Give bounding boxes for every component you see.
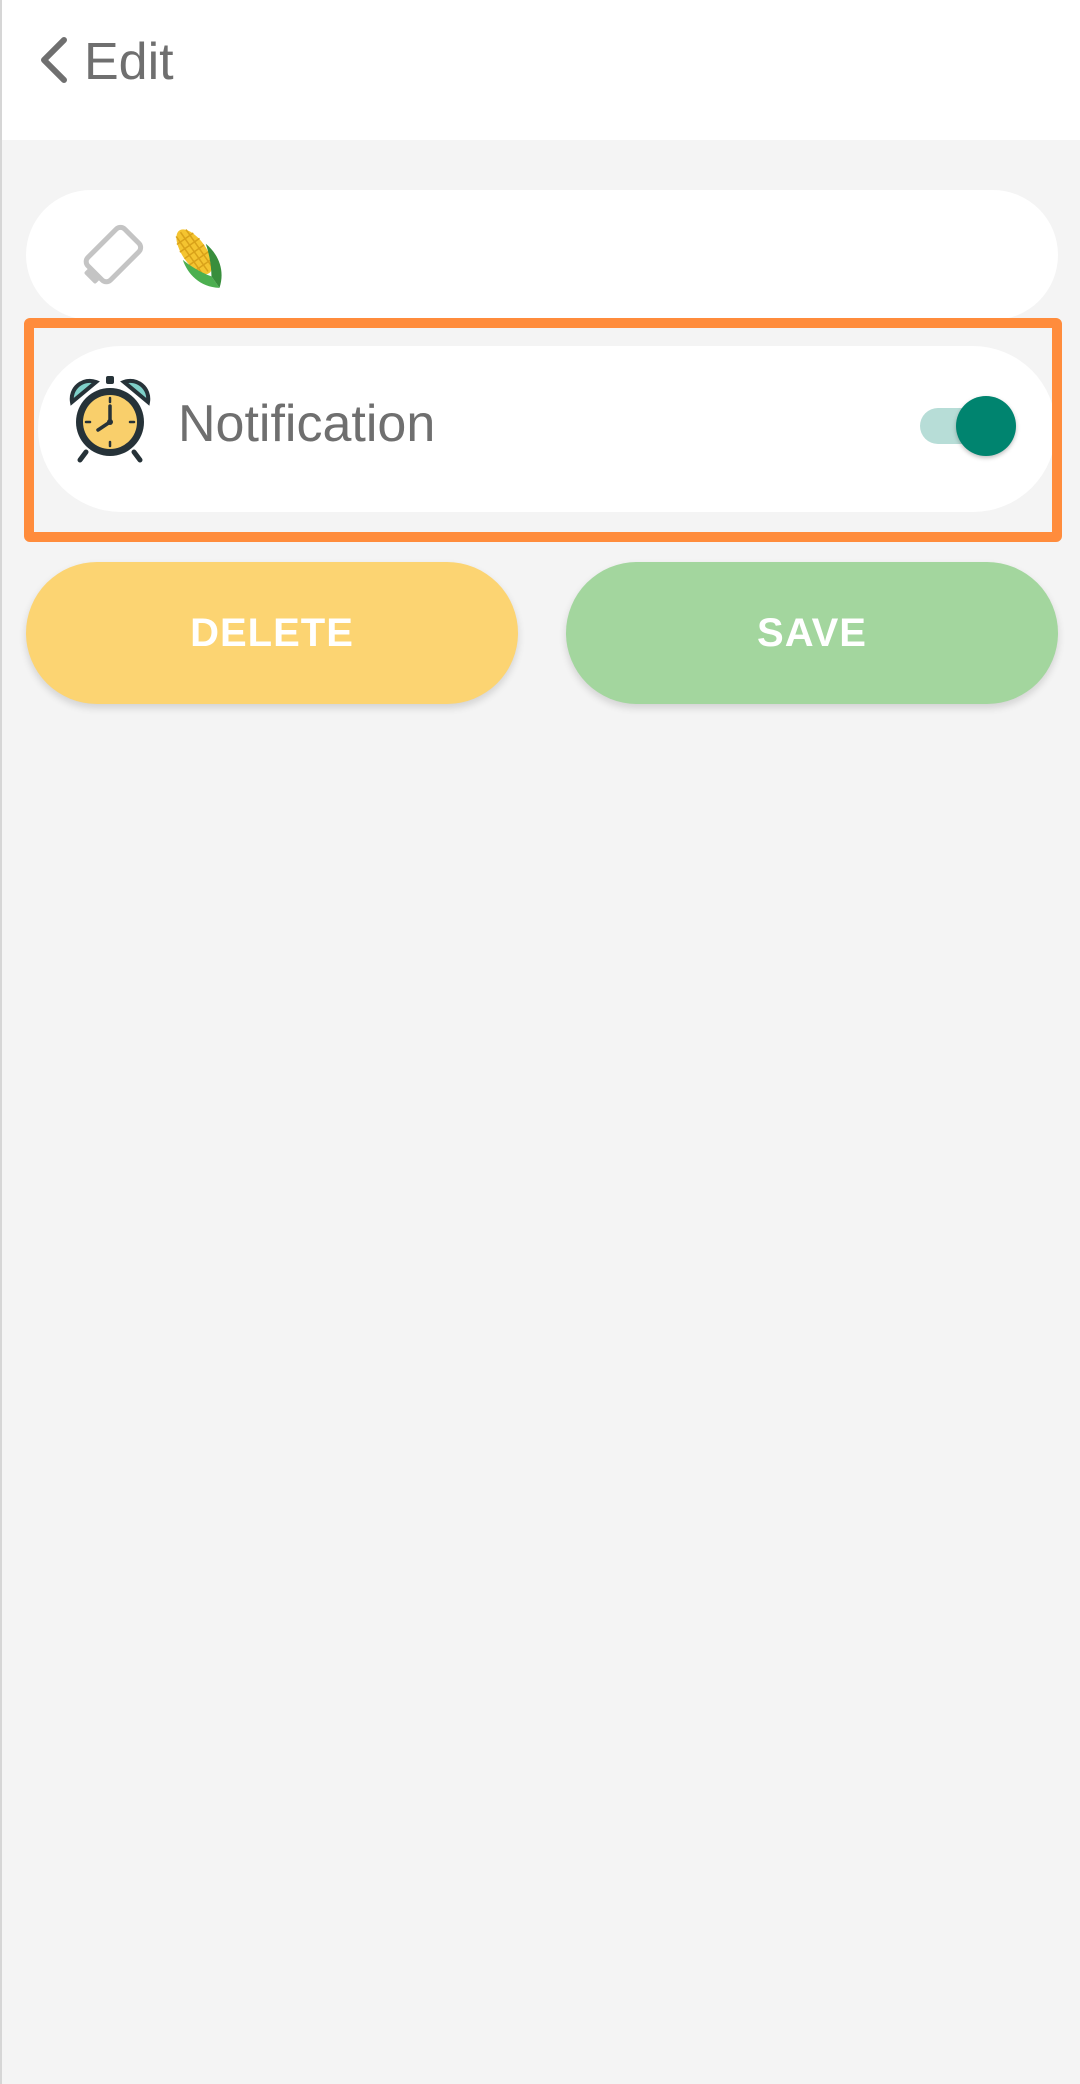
save-button[interactable]: SAVE: [566, 562, 1058, 704]
app-bar: Edit: [2, 0, 1080, 140]
back-button[interactable]: [26, 28, 78, 92]
tag-card[interactable]: [26, 190, 1058, 320]
chevron-left-icon: [41, 37, 67, 83]
corn-icon: [175, 229, 222, 288]
page-title: Edit: [84, 33, 174, 91]
delete-button[interactable]: DELETE: [26, 562, 518, 704]
highlight-frame: [24, 318, 1062, 542]
tag-icon[interactable]: [74, 218, 150, 294]
